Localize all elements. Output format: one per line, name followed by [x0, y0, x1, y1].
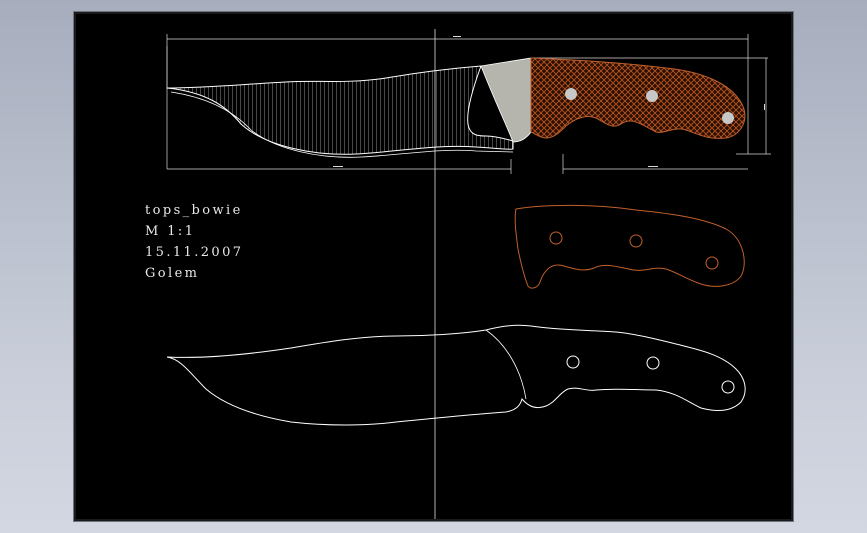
title-block: tops_bowie M 1:1 15.11.2007 Golem — [145, 200, 243, 284]
pin-hole-1 — [565, 88, 577, 100]
handle-scale-outline — [514, 204, 745, 289]
knife-top-view — [166, 57, 746, 158]
drawing-date: 15.11.2007 — [145, 245, 244, 260]
drawing-author: Golem — [145, 266, 200, 281]
drawing-scale: M 1:1 — [145, 224, 196, 239]
knife-bottom-view — [166, 324, 746, 426]
guard-bolster — [480, 57, 532, 143]
drawing-sheet: tops_bowie M 1:1 15.11.2007 Golem — [74, 12, 793, 521]
lanyard-hole — [722, 112, 734, 124]
pin-hole-2 — [646, 90, 658, 102]
blade-top — [166, 65, 514, 155]
drawing-name: tops_bowie — [145, 203, 243, 218]
handle-top — [530, 57, 746, 139]
